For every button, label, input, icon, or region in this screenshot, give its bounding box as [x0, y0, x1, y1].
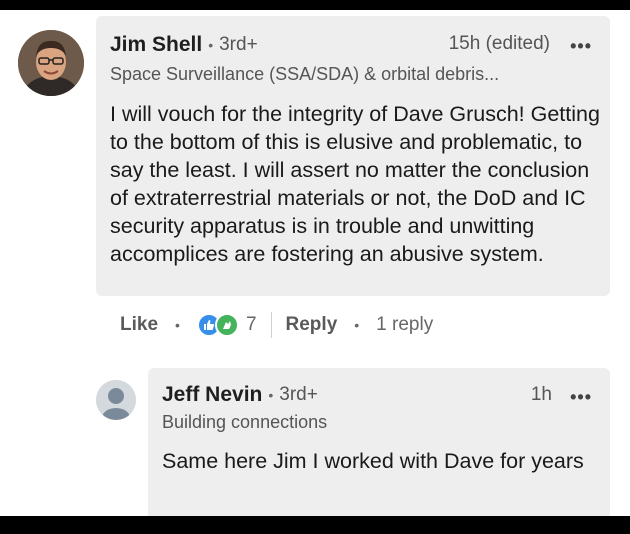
- separator-dot: •: [208, 37, 214, 53]
- reactions-summary[interactable]: 7: [196, 313, 257, 337]
- avatar[interactable]: [18, 30, 84, 96]
- replies-count-link[interactable]: 1 reply: [376, 314, 433, 336]
- reply-bubble: Jeff Nevin • 3rd+ 1h ••• Building connec…: [148, 368, 610, 516]
- like-button[interactable]: Like: [120, 314, 158, 336]
- reply-header: Jeff Nevin • 3rd+: [162, 383, 318, 407]
- user-photo-icon: [18, 30, 84, 96]
- reply-text: Same here Jim I worked with Dave for yea…: [162, 449, 584, 473]
- reaction-count: 7: [245, 314, 257, 335]
- author-name[interactable]: Jim Shell: [110, 33, 202, 57]
- separator-dot: •: [175, 317, 180, 333]
- more-options-icon[interactable]: •••: [570, 387, 592, 408]
- comment-text: I will vouch for the integrity of Dave G…: [110, 102, 600, 266]
- author-headline: Building connections: [162, 412, 328, 432]
- comment-bubble: Jim Shell • 3rd+ 15h (edited) ••• Space …: [96, 16, 610, 296]
- celebrate-icon: [214, 313, 239, 337]
- default-user-icon: [96, 380, 136, 420]
- comment-time: 15h (edited): [448, 33, 550, 54]
- author-name[interactable]: Jeff Nevin: [162, 383, 262, 407]
- connection-degree: 3rd+: [219, 34, 258, 55]
- separator-dot: •: [354, 317, 360, 333]
- author-headline: Space Surveillance (SSA/SDA) & orbital d…: [110, 64, 500, 84]
- more-options-icon[interactable]: •••: [570, 36, 592, 57]
- reply-time: 1h: [530, 384, 552, 405]
- separator-dot: •: [268, 387, 274, 403]
- connection-degree: 3rd+: [279, 384, 318, 405]
- avatar[interactable]: [96, 380, 136, 420]
- divider: [270, 312, 272, 338]
- comment-thread: Jim Shell • 3rd+ 15h (edited) ••• Space …: [0, 10, 630, 516]
- comment-actions: Like • 7 Reply • 1 reply: [120, 308, 433, 342]
- reply-button[interactable]: Reply: [286, 314, 338, 336]
- comment-header: Jim Shell • 3rd+: [110, 33, 258, 57]
